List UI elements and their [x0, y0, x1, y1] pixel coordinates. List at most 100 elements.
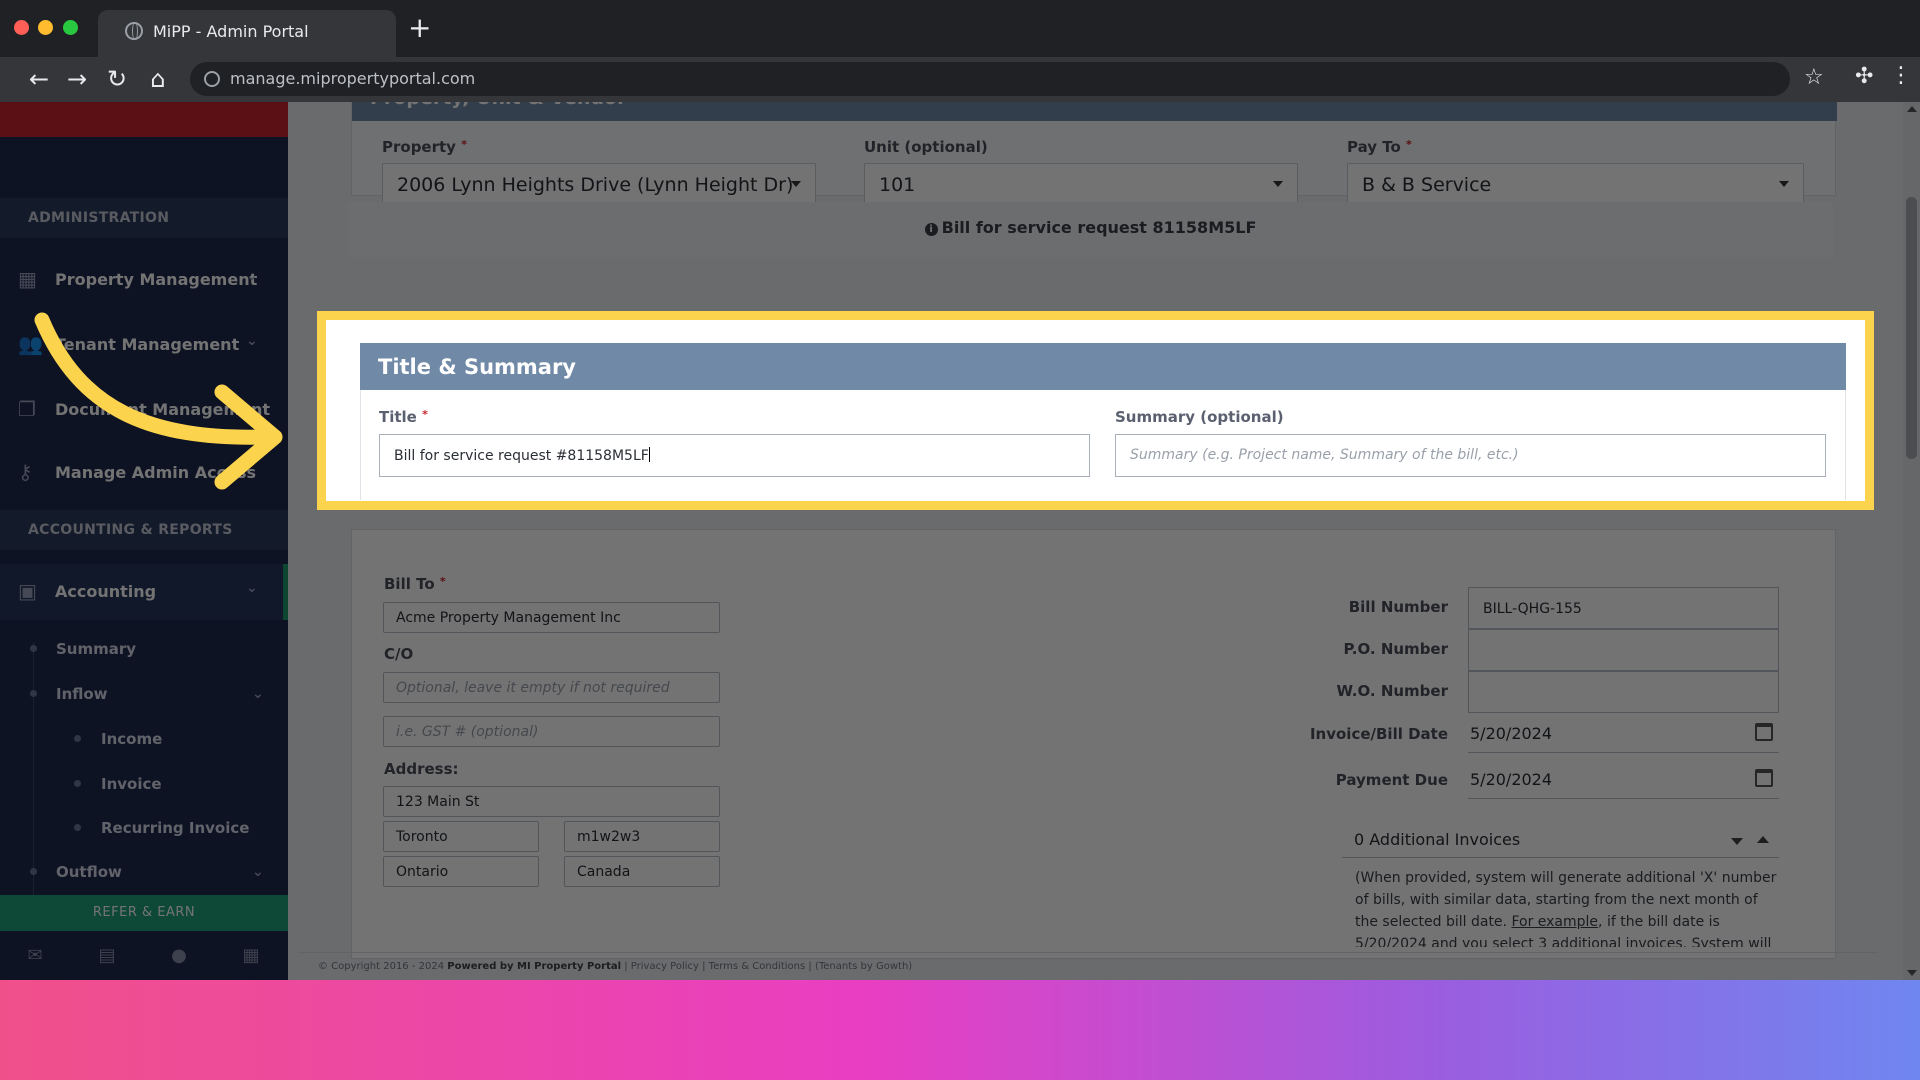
increment-caret-icon[interactable] [1757, 836, 1769, 843]
sidebar-item-label: Outflow [56, 863, 122, 881]
pay-to-label: Pay To * [1347, 138, 1412, 156]
money-icon: ▣ [18, 579, 37, 603]
property-label: Property * [382, 138, 467, 156]
bill-to-input[interactable]: Acme Property Management Inc [383, 602, 720, 633]
bullet-icon [30, 690, 37, 697]
sidebar-item-outflow[interactable]: Outflow ⌄ [0, 852, 288, 892]
home-icon[interactable]: ⌂ [144, 65, 172, 93]
gst-input[interactable]: i.e. GST # (optional) [383, 716, 720, 747]
sidebar-item-inflow[interactable]: Inflow ⌄ [0, 674, 288, 714]
sidebar-brand-bar [0, 102, 288, 137]
pay-to-select[interactable]: B & B Service [1347, 163, 1804, 205]
sidebar-item-label: Recurring Invoice [101, 819, 250, 837]
mail-icon[interactable]: ✉ [24, 945, 46, 967]
invoice-date-input[interactable]: 5/20/2024 [1468, 713, 1779, 753]
forward-arrow-icon[interactable]: → [63, 65, 91, 93]
bookmark-star-icon[interactable]: ☆ [1804, 65, 1824, 90]
invoice-date-label: Invoice/Bill Date [1309, 725, 1448, 743]
maximize-window-button[interactable] [63, 20, 78, 35]
caret-down-icon [1273, 181, 1283, 187]
sidebar-item-recurring-invoice[interactable]: Recurring Invoice [0, 808, 288, 848]
address-postal-input[interactable]: m1w2w3 [564, 821, 720, 852]
sidebar-item-accounting[interactable]: ▣ Accounting ⌄ [0, 564, 288, 620]
url-text: manage.mipropertyportal.com [230, 69, 476, 88]
privacy-policy-link[interactable]: Privacy Policy [631, 961, 699, 972]
briefcase-icon[interactable]: ▤ [96, 945, 118, 967]
bullet-icon [30, 645, 37, 652]
title-input[interactable]: Bill for service request #81158M5LF [379, 434, 1090, 477]
po-number-input[interactable] [1468, 629, 1779, 671]
sidebar-section-administration: ADMINISTRATION [0, 198, 288, 238]
payment-due-input[interactable]: 5/20/2024 [1468, 759, 1779, 799]
co-label: C/O [384, 645, 414, 663]
title-summary-panel: Title * Bill for service request #81158M… [360, 390, 1846, 500]
refer-and-earn-button[interactable]: REFER & EARN [0, 895, 288, 931]
sidebar-item-invoice[interactable]: Invoice [0, 764, 288, 804]
invoice-date-value: 5/20/2024 [1470, 724, 1553, 743]
unit-select[interactable]: 101 [864, 163, 1298, 205]
additional-invoices-help-text: (When provided, system will generate add… [1355, 870, 1777, 947]
page-scrollbar[interactable] [1903, 102, 1920, 980]
decrement-caret-icon[interactable] [1731, 838, 1743, 845]
wo-number-input[interactable] [1468, 671, 1779, 713]
info-icon: i [924, 223, 938, 236]
caret-down-icon [791, 181, 801, 187]
bill-number-label: Bill Number [1348, 598, 1448, 616]
address-province-input[interactable]: Ontario [383, 856, 539, 887]
minimize-window-button[interactable] [38, 20, 53, 35]
property-section-header: Property, Unit & Vendor [352, 102, 1837, 121]
tab-title: MiPP - Admin Portal [153, 22, 309, 41]
extensions-puzzle-icon[interactable]: ✣ [1855, 64, 1873, 89]
wo-number-label: W.O. Number [1336, 682, 1448, 700]
address-street-input[interactable]: 123 Main St [383, 786, 720, 817]
sidebar-section-accounting-reports: ACCOUNTING & REPORTS [0, 510, 288, 550]
bill-number-input[interactable]: BILL-QHG-155 [1468, 587, 1779, 629]
new-tab-icon[interactable]: + [408, 14, 431, 42]
scroll-thumb[interactable] [1906, 197, 1917, 459]
additional-invoices-value: 0 Additional Invoices [1354, 830, 1521, 849]
address-city-input[interactable]: Toronto [383, 821, 539, 852]
scroll-up-icon[interactable] [1907, 106, 1917, 112]
sidebar-item-income[interactable]: Income [0, 719, 288, 759]
co-input[interactable]: Optional, leave it empty if not required [383, 672, 720, 703]
site-info-icon[interactable] [204, 71, 220, 87]
sidebar-item-summary[interactable]: Summary [0, 629, 288, 669]
browser-tab[interactable]: MiPP - Admin Portal [98, 10, 396, 57]
bill-to-label: Bill To * [384, 575, 446, 593]
address-bar[interactable]: manage.mipropertyportal.com [190, 62, 1790, 96]
back-arrow-icon[interactable]: ← [25, 65, 53, 93]
chevron-down-icon: ⌄ [252, 686, 264, 702]
unit-select-value: 101 [879, 174, 916, 196]
reload-icon[interactable]: ↻ [103, 65, 131, 93]
pay-to-select-value: B & B Service [1362, 174, 1492, 196]
sidebar: ADMINISTRATION ▦ Property Management ⌄ 👥… [0, 102, 288, 980]
bullet-icon [74, 824, 81, 831]
additional-invoices-select[interactable]: 0 Additional Invoices [1342, 822, 1779, 858]
annotation-arrow-icon [34, 312, 283, 490]
powered-by-link[interactable]: Powered by MI Property Portal [447, 961, 621, 972]
calendar-icon[interactable] [1755, 723, 1773, 741]
calculator-icon[interactable]: ▦ [240, 945, 262, 967]
page-footer: © Copyright 2016 - 2024 Powered by MI Pr… [298, 952, 1878, 980]
terms-link[interactable]: Terms & Conditions [709, 961, 806, 972]
address-country-input[interactable]: Canada [564, 856, 720, 887]
sidebar-item-label: Invoice [101, 775, 162, 793]
unit-label: Unit (optional) [864, 138, 988, 156]
sidebar-bottom-bar: ✉ ▤ ● ▦ [0, 931, 288, 980]
close-window-button[interactable] [14, 20, 29, 35]
caret-down-icon [1779, 181, 1789, 187]
payment-due-label: Payment Due [1335, 771, 1448, 789]
summary-input[interactable]: Summary (e.g. Project name, Summary of t… [1115, 434, 1826, 477]
bullet-icon [74, 735, 81, 742]
for-example-link[interactable]: For example [1511, 914, 1598, 930]
title-summary-header: Title & Summary [360, 343, 1846, 390]
user-icon[interactable]: ● [168, 945, 190, 967]
property-select[interactable]: 2006 Lynn Heights Drive (Lynn Height Dr) [382, 163, 816, 205]
bill-notice-banner: i Bill for service request 81158M5LF [348, 202, 1833, 257]
text-cursor [648, 447, 650, 462]
title-summary-highlight: Title & Summary Title * Bill for service… [317, 311, 1874, 510]
scroll-down-icon[interactable] [1907, 970, 1917, 976]
browser-menu-icon[interactable]: ⋮ [1890, 63, 1912, 88]
browser-tab-strip: MiPP - Admin Portal + [0, 0, 1920, 57]
calendar-icon[interactable] [1755, 769, 1773, 787]
